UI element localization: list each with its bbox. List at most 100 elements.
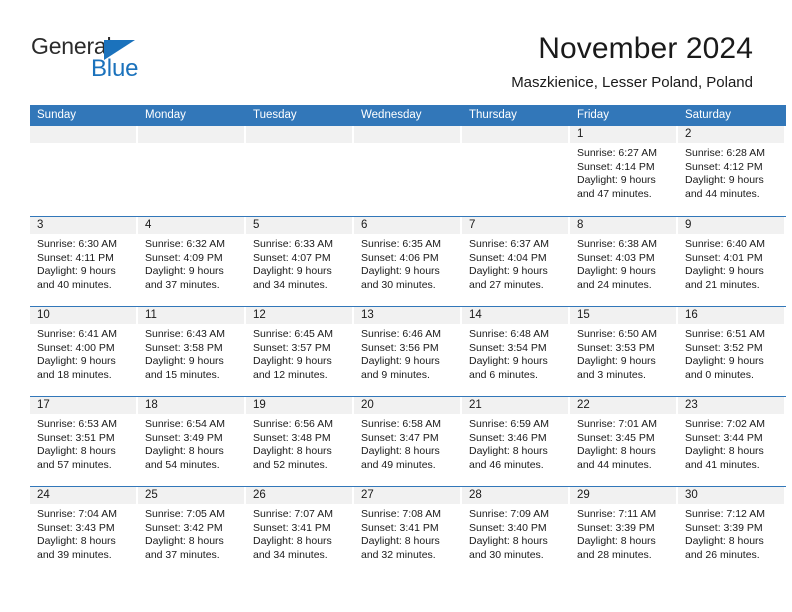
sunset-text: Sunset: 4:03 PM bbox=[577, 251, 655, 264]
day-cell[interactable]: 7 Sunrise: 6:37 AM Sunset: 4:04 PM Dayli… bbox=[462, 217, 570, 306]
day-cell[interactable]: 21 Sunrise: 6:59 AM Sunset: 3:46 PM Dayl… bbox=[462, 397, 570, 486]
day-cell[interactable]: 19 Sunrise: 6:56 AM Sunset: 3:48 PM Dayl… bbox=[246, 397, 354, 486]
daylight-text: Daylight: 8 hours and 46 minutes. bbox=[469, 445, 548, 471]
daylight-text: Daylight: 8 hours and 32 minutes. bbox=[361, 535, 440, 561]
day-cell[interactable]: 5 Sunrise: 6:33 AM Sunset: 4:07 PM Dayli… bbox=[246, 217, 354, 306]
week-row: 24 Sunrise: 7:04 AM Sunset: 3:43 PM Dayl… bbox=[30, 486, 786, 576]
day-cell[interactable]: 22 Sunrise: 7:01 AM Sunset: 3:45 PM Dayl… bbox=[570, 397, 678, 486]
day-info: Sunrise: 6:48 AM Sunset: 3:54 PM Dayligh… bbox=[462, 324, 568, 382]
day-cell[interactable]: 4 Sunrise: 6:32 AM Sunset: 4:09 PM Dayli… bbox=[138, 217, 246, 306]
general-blue-logo[interactable]: General Blue bbox=[31, 33, 231, 85]
day-cell[interactable]: 24 Sunrise: 7:04 AM Sunset: 3:43 PM Dayl… bbox=[30, 487, 138, 576]
day-info: Sunrise: 7:04 AM Sunset: 3:43 PM Dayligh… bbox=[30, 504, 136, 562]
day-cell[interactable]: 13 Sunrise: 6:46 AM Sunset: 3:56 PM Dayl… bbox=[354, 307, 462, 396]
sunset-text: Sunset: 3:48 PM bbox=[253, 431, 331, 444]
daylight-text: Daylight: 8 hours and 52 minutes. bbox=[253, 445, 332, 471]
sunset-text: Sunset: 3:58 PM bbox=[145, 341, 223, 354]
daylight-text: Daylight: 8 hours and 28 minutes. bbox=[577, 535, 656, 561]
title-block: November 2024 Maszkienice, Lesser Poland… bbox=[233, 32, 753, 92]
day-cell[interactable]: 18 Sunrise: 6:54 AM Sunset: 3:49 PM Dayl… bbox=[138, 397, 246, 486]
sunrise-text: Sunrise: 6:53 AM bbox=[37, 418, 117, 430]
daylight-text: Daylight: 9 hours and 3 minutes. bbox=[577, 355, 656, 381]
sunrise-text: Sunrise: 6:54 AM bbox=[145, 418, 225, 430]
day-cell[interactable]: 27 Sunrise: 7:08 AM Sunset: 3:41 PM Dayl… bbox=[354, 487, 462, 576]
daylight-text: Daylight: 8 hours and 49 minutes. bbox=[361, 445, 440, 471]
sunrise-text: Sunrise: 6:50 AM bbox=[577, 328, 657, 340]
sunset-text: Sunset: 3:43 PM bbox=[37, 521, 115, 534]
daylight-text: Daylight: 8 hours and 26 minutes. bbox=[685, 535, 764, 561]
daylight-text: Daylight: 8 hours and 54 minutes. bbox=[145, 445, 224, 471]
day-cell[interactable]: 15 Sunrise: 6:50 AM Sunset: 3:53 PM Dayl… bbox=[570, 307, 678, 396]
day-cell[interactable]: 14 Sunrise: 6:48 AM Sunset: 3:54 PM Dayl… bbox=[462, 307, 570, 396]
day-cell[interactable]: 8 Sunrise: 6:38 AM Sunset: 4:03 PM Dayli… bbox=[570, 217, 678, 306]
day-info: Sunrise: 6:32 AM Sunset: 4:09 PM Dayligh… bbox=[138, 234, 244, 292]
daylight-text: Daylight: 9 hours and 12 minutes. bbox=[253, 355, 332, 381]
day-info: Sunrise: 7:12 AM Sunset: 3:39 PM Dayligh… bbox=[678, 504, 784, 562]
day-number: 23 bbox=[678, 397, 784, 414]
weekday-header-friday: Friday bbox=[577, 109, 609, 121]
day-cell[interactable]: 28 Sunrise: 7:09 AM Sunset: 3:40 PM Dayl… bbox=[462, 487, 570, 576]
day-info: Sunrise: 6:28 AM Sunset: 4:12 PM Dayligh… bbox=[678, 143, 784, 201]
sunrise-text: Sunrise: 7:12 AM bbox=[685, 508, 765, 520]
day-cell[interactable]: 11 Sunrise: 6:43 AM Sunset: 3:58 PM Dayl… bbox=[138, 307, 246, 396]
day-cell[interactable]: 17 Sunrise: 6:53 AM Sunset: 3:51 PM Dayl… bbox=[30, 397, 138, 486]
day-number bbox=[30, 126, 136, 143]
sunset-text: Sunset: 4:00 PM bbox=[37, 341, 115, 354]
daylight-text: Daylight: 9 hours and 21 minutes. bbox=[685, 265, 764, 291]
sunset-text: Sunset: 3:57 PM bbox=[253, 341, 331, 354]
day-cell[interactable]: 25 Sunrise: 7:05 AM Sunset: 3:42 PM Dayl… bbox=[138, 487, 246, 576]
sunrise-text: Sunrise: 6:32 AM bbox=[145, 238, 225, 250]
day-cell[interactable]: 26 Sunrise: 7:07 AM Sunset: 3:41 PM Dayl… bbox=[246, 487, 354, 576]
day-cell[interactable]: 6 Sunrise: 6:35 AM Sunset: 4:06 PM Dayli… bbox=[354, 217, 462, 306]
daylight-text: Daylight: 9 hours and 0 minutes. bbox=[685, 355, 764, 381]
sunrise-text: Sunrise: 6:38 AM bbox=[577, 238, 657, 250]
day-cell[interactable]: 12 Sunrise: 6:45 AM Sunset: 3:57 PM Dayl… bbox=[246, 307, 354, 396]
sunset-text: Sunset: 4:01 PM bbox=[685, 251, 763, 264]
sunset-text: Sunset: 4:09 PM bbox=[145, 251, 223, 264]
day-cell[interactable]: 20 Sunrise: 6:58 AM Sunset: 3:47 PM Dayl… bbox=[354, 397, 462, 486]
sunset-text: Sunset: 4:06 PM bbox=[361, 251, 439, 264]
daylight-text: Daylight: 9 hours and 44 minutes. bbox=[685, 174, 764, 200]
sunrise-text: Sunrise: 6:43 AM bbox=[145, 328, 225, 340]
day-info: Sunrise: 6:37 AM Sunset: 4:04 PM Dayligh… bbox=[462, 234, 568, 292]
sunset-text: Sunset: 3:56 PM bbox=[361, 341, 439, 354]
sunset-text: Sunset: 3:39 PM bbox=[577, 521, 655, 534]
sunrise-text: Sunrise: 6:37 AM bbox=[469, 238, 549, 250]
daylight-text: Daylight: 9 hours and 37 minutes. bbox=[145, 265, 224, 291]
sunrise-text: Sunrise: 7:05 AM bbox=[145, 508, 225, 520]
sunset-text: Sunset: 4:14 PM bbox=[577, 160, 655, 173]
day-number: 28 bbox=[462, 487, 568, 504]
sunset-text: Sunset: 3:53 PM bbox=[577, 341, 655, 354]
calendar-page: General Blue November 2024 Maszkienice, … bbox=[0, 0, 792, 612]
day-number: 5 bbox=[246, 217, 352, 234]
day-info: Sunrise: 6:33 AM Sunset: 4:07 PM Dayligh… bbox=[246, 234, 352, 292]
daylight-text: Daylight: 9 hours and 15 minutes. bbox=[145, 355, 224, 381]
day-cell[interactable]: 1 Sunrise: 6:27 AM Sunset: 4:14 PM Dayli… bbox=[570, 126, 678, 216]
sunrise-text: Sunrise: 6:27 AM bbox=[577, 147, 657, 159]
day-cell[interactable]: 9 Sunrise: 6:40 AM Sunset: 4:01 PM Dayli… bbox=[678, 217, 786, 306]
sunset-text: Sunset: 3:49 PM bbox=[145, 431, 223, 444]
day-cell-empty bbox=[138, 126, 246, 216]
day-cell[interactable]: 10 Sunrise: 6:41 AM Sunset: 4:00 PM Dayl… bbox=[30, 307, 138, 396]
daylight-text: Daylight: 9 hours and 6 minutes. bbox=[469, 355, 548, 381]
day-number: 9 bbox=[678, 217, 784, 234]
day-cell[interactable]: 23 Sunrise: 7:02 AM Sunset: 3:44 PM Dayl… bbox=[678, 397, 786, 486]
sunset-text: Sunset: 3:40 PM bbox=[469, 521, 547, 534]
daylight-text: Daylight: 9 hours and 34 minutes. bbox=[253, 265, 332, 291]
day-cell[interactable]: 3 Sunrise: 6:30 AM Sunset: 4:11 PM Dayli… bbox=[30, 217, 138, 306]
day-cell[interactable]: 16 Sunrise: 6:51 AM Sunset: 3:52 PM Dayl… bbox=[678, 307, 786, 396]
sunrise-text: Sunrise: 6:56 AM bbox=[253, 418, 333, 430]
day-number: 22 bbox=[570, 397, 676, 414]
daylight-text: Daylight: 8 hours and 39 minutes. bbox=[37, 535, 116, 561]
day-cell[interactable]: 29 Sunrise: 7:11 AM Sunset: 3:39 PM Dayl… bbox=[570, 487, 678, 576]
day-cell[interactable]: 2 Sunrise: 6:28 AM Sunset: 4:12 PM Dayli… bbox=[678, 126, 786, 216]
sunset-text: Sunset: 3:54 PM bbox=[469, 341, 547, 354]
day-number bbox=[246, 126, 352, 143]
page-title: November 2024 bbox=[538, 32, 753, 65]
day-number: 27 bbox=[354, 487, 460, 504]
day-cell[interactable]: 30 Sunrise: 7:12 AM Sunset: 3:39 PM Dayl… bbox=[678, 487, 786, 576]
sunrise-text: Sunrise: 6:35 AM bbox=[361, 238, 441, 250]
daylight-text: Daylight: 8 hours and 37 minutes. bbox=[145, 535, 224, 561]
day-number: 16 bbox=[678, 307, 784, 324]
daylight-text: Daylight: 9 hours and 9 minutes. bbox=[361, 355, 440, 381]
